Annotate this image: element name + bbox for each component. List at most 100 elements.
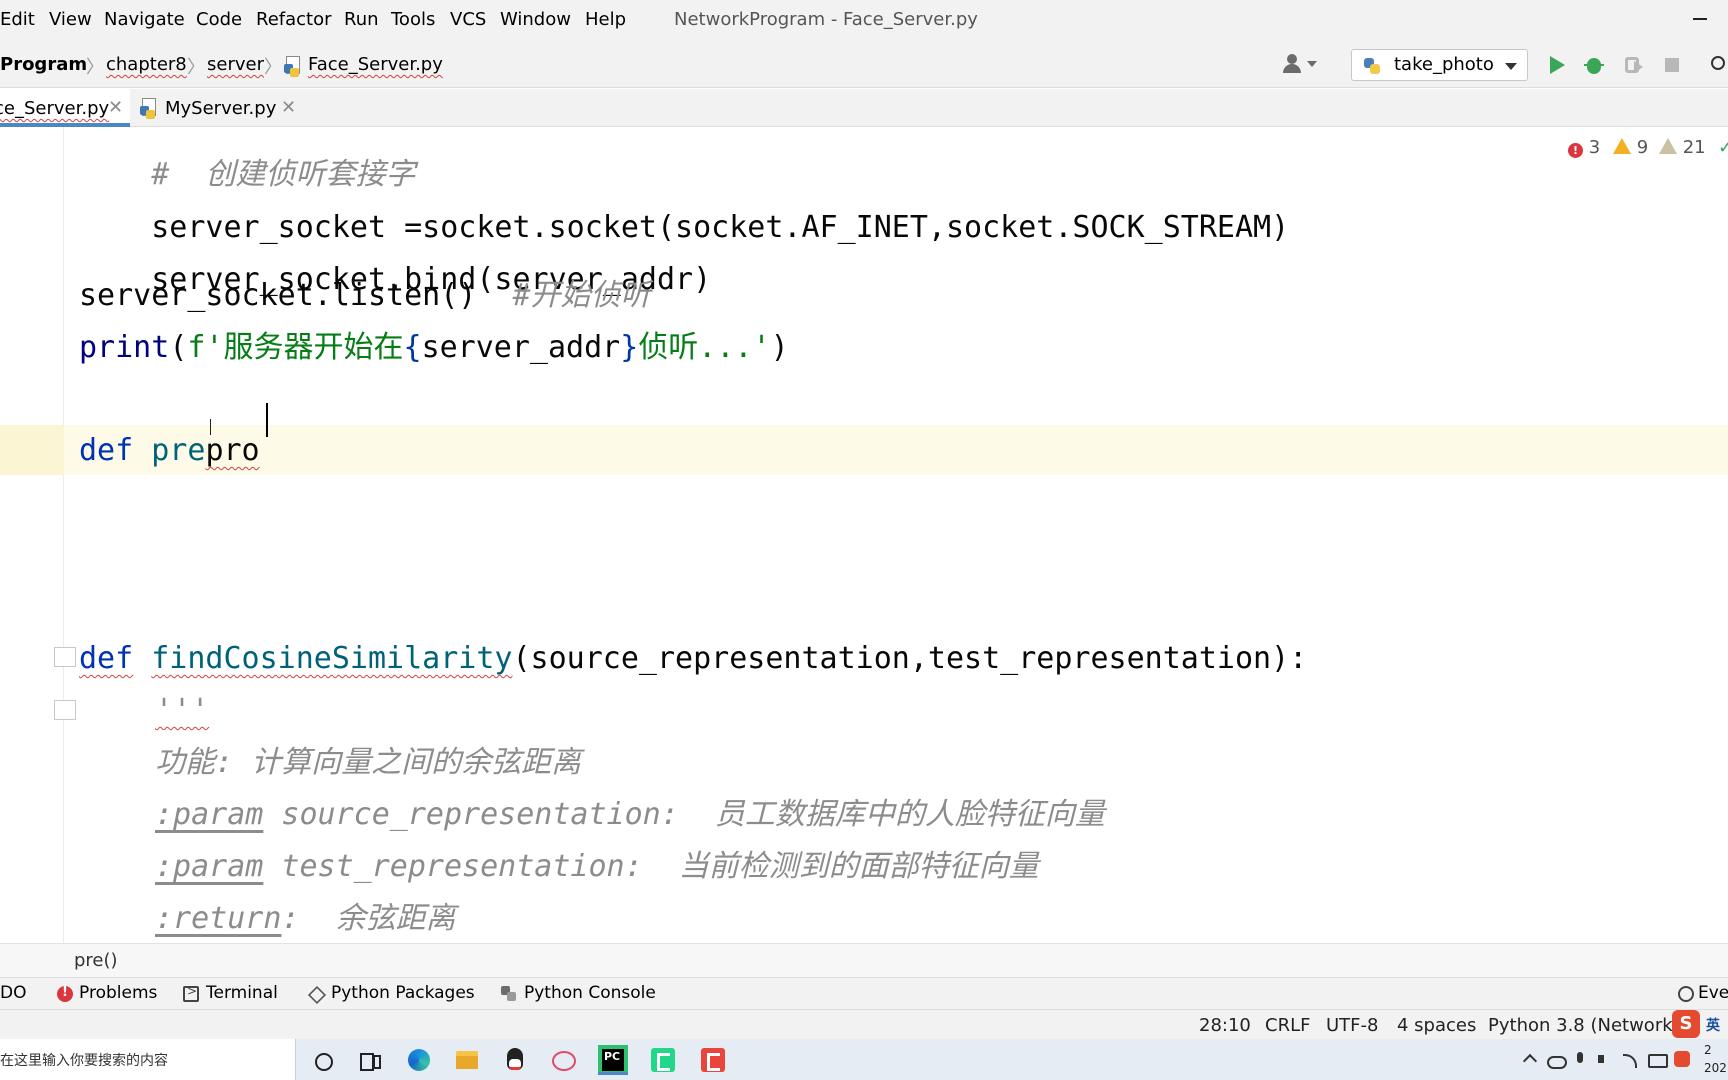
breadcrumb-file[interactable]: Face_Server.py (308, 54, 443, 75)
close-icon[interactable]: ✕ (281, 97, 296, 118)
stop-icon[interactable] (1661, 54, 1683, 76)
qq-icon[interactable] (500, 1045, 530, 1075)
python-file-icon (140, 98, 158, 119)
caret-position[interactable]: 28:10 (1199, 1015, 1251, 1036)
tab-face-server[interactable]: ce_Server.py ✕ (0, 89, 130, 127)
menu-window[interactable]: Window (500, 9, 571, 30)
problems-icon (57, 985, 73, 1002)
run-icon[interactable] (1545, 54, 1567, 76)
errors-count[interactable]: ! 3 (1568, 137, 1600, 158)
tray-overflow-icon[interactable] (1522, 1051, 1538, 1067)
code-line-doc-return[interactable]: :return: 余弦距离 (155, 901, 456, 937)
python-file-icon (284, 56, 302, 77)
menu-tools[interactable]: Tools (391, 9, 435, 30)
code-editor[interactable]: # 创建侦听套接字 server_socket =socket.socket(s… (0, 127, 1728, 943)
python-interpreter[interactable]: Python 3.8 (NetworkP (1488, 1015, 1684, 1036)
paint-app-icon[interactable] (548, 1045, 578, 1075)
tool-todo[interactable]: DO (0, 983, 26, 1003)
run-configuration-selector[interactable]: take_photo (1351, 49, 1528, 81)
code-line-def-cosine[interactable]: def findCosineSimilarity(source_represen… (79, 641, 1307, 677)
menu-vcs[interactable]: VCS (450, 9, 486, 30)
file-encoding[interactable]: UTF-8 (1326, 1015, 1378, 1036)
tool-window-bar: DO Problems Terminal Python Packages Pyt… (0, 977, 1728, 1009)
edge-browser-icon[interactable] (404, 1045, 434, 1075)
tab-myserver[interactable]: MyServer.py ✕ (130, 89, 300, 127)
fold-marker-icon[interactable] (54, 647, 76, 667)
taskbar-search-box[interactable]: 在这里输入你要搜索的内容 (0, 1039, 296, 1080)
cortana-icon[interactable] (308, 1045, 338, 1075)
indent-setting[interactable]: 4 spaces (1397, 1015, 1476, 1036)
pycharm-icon[interactable] (598, 1045, 628, 1075)
debug-icon[interactable] (1583, 54, 1605, 76)
microphone-icon[interactable] (1572, 1051, 1588, 1067)
taskbar-search-placeholder: 在这里输入你要搜索的内容 (0, 1053, 168, 1069)
warnings-count[interactable]: 9 (1613, 137, 1648, 158)
menu-code[interactable]: Code (196, 9, 242, 30)
windows-taskbar: 在这里输入你要搜索的内容 2 202 (0, 1039, 1728, 1080)
menu-refactor[interactable]: Refactor (256, 9, 332, 30)
warning-icon (1613, 138, 1631, 154)
breadcrumb-server[interactable]: server (207, 54, 264, 75)
text-cursor (266, 403, 268, 437)
jetbrains-green-app-icon[interactable] (648, 1045, 678, 1075)
minimize-icon[interactable] (1693, 8, 1713, 28)
breadcrumb-separator: 〉 (86, 57, 104, 78)
network-icon[interactable] (1622, 1051, 1638, 1068)
menu-view[interactable]: View (49, 9, 92, 30)
onedrive-icon[interactable] (1547, 1051, 1567, 1069)
user-account-icon[interactable] (1283, 54, 1323, 78)
code-breadcrumb[interactable]: pre() (0, 943, 1728, 977)
taskbar-clock[interactable]: 2 202 (1704, 1041, 1727, 1077)
line-gutter[interactable] (0, 127, 64, 943)
code-line-listen[interactable]: server_socket.listen() #开始侦听 (79, 278, 651, 314)
breadcrumb-project[interactable]: Program (0, 54, 87, 75)
search-icon[interactable] (1708, 54, 1728, 76)
chevron-down-icon (1505, 63, 1517, 70)
run-with-coverage-icon[interactable] (1622, 54, 1644, 76)
close-icon[interactable]: ✕ (108, 97, 123, 118)
file-explorer-icon[interactable] (452, 1045, 482, 1075)
volume-icon[interactable] (1597, 1051, 1613, 1067)
code-line-doc-function[interactable]: 功能: 计算向量之间的余弦距离 (155, 745, 581, 781)
tab-label: ce_Server.py (0, 98, 110, 119)
code-line-doc-param-source[interactable]: :param source_representation: 员工数据库中的人脸特… (155, 797, 1105, 833)
tab-label: MyServer.py (165, 98, 277, 119)
code-line-print[interactable]: print(f'服务器开始在{server_addr}侦听...') (79, 330, 789, 366)
error-icon: ! (1568, 143, 1583, 158)
python-packages-icon (308, 986, 324, 1002)
code-line-docstring-open[interactable]: ''' (155, 693, 209, 729)
code-breadcrumb-function[interactable]: pre() (74, 950, 118, 971)
mouse-ibeam-cursor (210, 419, 216, 435)
menu-navigate[interactable]: Navigate (104, 9, 185, 30)
keyboard-icon[interactable] (1648, 1051, 1668, 1068)
terminal-icon (183, 984, 199, 1002)
status-bar: 28:10 CRLF UTF-8 4 spaces Python 3.8 (Ne… (0, 1009, 1728, 1039)
ime-language[interactable]: 英 (1706, 1015, 1720, 1035)
breadcrumb-separator: 〉 (264, 57, 282, 78)
tool-python-packages[interactable]: Python Packages (331, 983, 475, 1003)
breadcrumb-chapter[interactable]: chapter8 (106, 54, 187, 75)
code-line-def-prepro[interactable]: def prepro (79, 433, 260, 469)
menu-help[interactable]: Help (585, 9, 626, 30)
code-line-doc-param-test[interactable]: :param test_representation: 当前检测到的面部特征向量 (155, 849, 1039, 885)
python-icon (1364, 58, 1380, 74)
checkmark-icon: ✓ (1718, 137, 1728, 158)
fold-marker-icon[interactable] (54, 700, 76, 720)
tool-event-log[interactable]: Eve (1698, 983, 1728, 1003)
weak-warnings-count[interactable]: 21 (1659, 137, 1706, 158)
editor-tab-bar: ce_Server.py ✕ MyServer.py ✕ (0, 89, 1728, 127)
caret-line-gutter (0, 425, 64, 475)
sogou-tray-icon[interactable] (1674, 1051, 1690, 1067)
breadcrumb-separator: 〉 (187, 57, 205, 78)
menu-edit[interactable]: Edit (0, 9, 35, 30)
tool-python-console[interactable]: Python Console (524, 983, 656, 1003)
menu-run[interactable]: Run (344, 9, 379, 30)
tool-problems[interactable]: Problems (79, 983, 157, 1003)
jetbrains-red-app-icon[interactable] (698, 1045, 728, 1075)
tool-terminal[interactable]: Terminal (206, 983, 278, 1003)
task-view-icon[interactable] (354, 1045, 384, 1075)
window-title: NetworkProgram - Face_Server.py (674, 9, 978, 30)
line-separator[interactable]: CRLF (1265, 1015, 1310, 1036)
sogou-ime-icon[interactable]: S (1672, 1010, 1700, 1038)
run-configuration-label: take_photo (1394, 54, 1494, 75)
